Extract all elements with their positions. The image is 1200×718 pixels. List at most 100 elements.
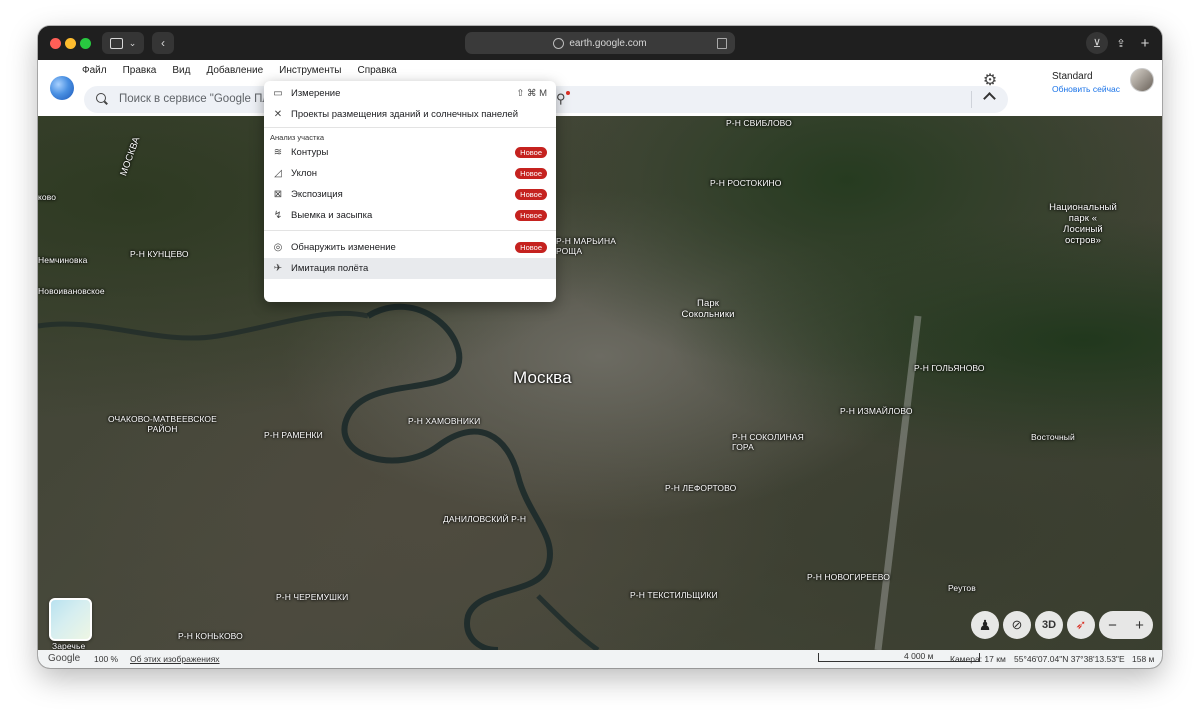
compass-button[interactable]: ➶ — [1067, 611, 1095, 639]
search-icon — [96, 93, 106, 103]
reset-tilt-button[interactable]: ⊘ — [1003, 611, 1031, 639]
menu-item-label: Обнаружить изменение — [291, 242, 396, 253]
search-divider — [971, 91, 972, 108]
new-badge: Новое — [515, 242, 547, 253]
contours-icon: ≋ — [273, 147, 283, 158]
map-label-sviblovo: Р-Н СВИБЛОВО — [726, 118, 792, 128]
new-badge: Новое — [515, 210, 547, 221]
menu-item-building-projects[interactable]: ✕ Проекты размещения зданий и солнечных … — [264, 104, 556, 125]
new-badge: Новое — [515, 189, 547, 200]
search-input[interactable]: Поиск в сервисе "Google Пла — [119, 93, 276, 105]
browser-titlebar: ⌄ ‹ earth.google.com ⊻ ⇪ + — [38, 26, 1162, 60]
tools-dropdown-menu: ▭ Измерение ⇧ ⌘ M ✕ Проекты размещения з… — [264, 81, 556, 302]
menu-view[interactable]: Вид — [172, 65, 190, 76]
menu-item-label: Экспозиция — [291, 189, 343, 200]
3d-toggle-button[interactable]: 3D — [1035, 611, 1063, 639]
settings-gear-icon[interactable]: ⚙ — [981, 72, 999, 90]
menu-item-cut-fill[interactable]: ↯ Выемка и засыпка Новое — [264, 205, 556, 226]
plane-icon: ✈ — [273, 263, 283, 274]
upgrade-link[interactable]: Обновить сейчас — [1052, 84, 1120, 94]
map-label-danilovsky: ДАНИЛОВСКИЙ Р-Н — [443, 514, 527, 524]
back-button[interactable]: ‹ — [152, 32, 174, 54]
menu-item-detect-change[interactable]: ◎ Обнаружить изменение Новое — [264, 237, 556, 258]
menu-item-label: Проекты размещения зданий и солнечных па… — [291, 109, 519, 120]
satellite-map[interactable]: МОСКВА Р-Н СВИБЛОВО Р-Н РОСТОКИНО Р-Н МА… — [38, 116, 1162, 651]
cut-fill-icon: ↯ — [273, 210, 283, 221]
map-label-khamovniki: Р-Н ХАМОВНИКИ — [408, 416, 481, 426]
map-label-losiny-ostrov: Национальный парк « Лосиный остров» — [1049, 202, 1117, 246]
address-bar[interactable]: earth.google.com — [465, 32, 735, 54]
menu-edit[interactable]: Правка — [123, 65, 157, 76]
map-label-tekstilshchiki: Р-Н ТЕКСТИЛЬЩИКИ — [630, 590, 718, 600]
downloads-button[interactable]: ⊻ — [1086, 32, 1108, 54]
plan-name: Standard — [1052, 71, 1093, 82]
zoom-in-button[interactable]: + — [1135, 617, 1144, 634]
account-info: Standard Обновить сейчас — [1052, 71, 1120, 94]
sidebar-toggle-button[interactable]: ⌄ — [102, 32, 144, 54]
slope-icon: ◿ — [274, 168, 282, 179]
tilt-off-icon: ⊘ — [1011, 617, 1023, 632]
menu-item-flight-simulator[interactable]: ✈ Имитация полёта — [264, 258, 556, 279]
menu-item-contours[interactable]: ≋ Контуры Новое — [264, 142, 556, 163]
google-brand: Google — [48, 653, 81, 664]
browser-window: ⌄ ‹ earth.google.com ⊻ ⇪ + Файл Правка В… — [38, 26, 1162, 668]
menu-item-label: Уклон — [291, 168, 318, 179]
scale-label: 4 000 м — [904, 651, 934, 661]
google-earth-logo-icon[interactable] — [50, 76, 74, 100]
menu-item-label: Имитация полёта — [291, 263, 369, 274]
elevation: 158 м — [1132, 654, 1155, 664]
map-label-reutov: Реутов — [948, 583, 976, 593]
map-label-ochakovo: ОЧАКОВО-МАТВЕЕВСКОЕ РАЙОН — [108, 414, 217, 434]
menu-item-measure[interactable]: ▭ Измерение ⇧ ⌘ M — [264, 83, 556, 104]
chevron-up-icon[interactable] — [983, 92, 996, 105]
about-imagery-link[interactable]: Об этих изображениях — [130, 654, 220, 664]
exposure-icon: ⊠ — [273, 189, 283, 200]
shortcut-text: ⇧ ⌘ M — [516, 88, 547, 99]
moskva-river — [38, 303, 922, 650]
new-badge: Новое — [515, 168, 547, 179]
url-text: earth.google.com — [569, 37, 647, 49]
avatar[interactable] — [1130, 68, 1154, 92]
menu-item-label: Измерение — [291, 88, 341, 99]
minimize-window-button[interactable] — [65, 38, 76, 49]
reader-icon — [717, 38, 727, 49]
compass-icon: ➶ — [1075, 617, 1087, 632]
download-icon: ⊻ — [1092, 37, 1102, 50]
menu-help[interactable]: Справка — [357, 65, 396, 76]
close-window-button[interactable] — [50, 38, 61, 49]
chevron-down-icon: ⌄ — [128, 37, 137, 48]
map-label-moscow: Москва — [513, 368, 572, 387]
menu-tools[interactable]: Инструменты — [279, 65, 341, 76]
menu-item-exposure[interactable]: ⊠ Экспозиция Новое — [264, 184, 556, 205]
map-layer-thumbnail[interactable] — [49, 598, 92, 641]
globe-icon — [553, 37, 565, 49]
map-pin-icon[interactable]: ⚲ — [556, 91, 566, 107]
building-icon: ✕ — [273, 109, 283, 120]
map-label-nemchinovka: Немчиновка — [38, 255, 88, 265]
map-label-bovo: ково — [38, 192, 57, 202]
menu-item-label: Контуры — [291, 147, 329, 158]
map-label-konkovo: Р-Н КОНЬКОВО — [178, 631, 243, 641]
fullscreen-window-button[interactable] — [80, 38, 91, 49]
share-button[interactable]: ⇪ — [1110, 32, 1132, 54]
new-badge: Новое — [515, 147, 547, 158]
menu-add[interactable]: Добавление — [206, 65, 263, 76]
notification-dot — [566, 91, 570, 95]
map-label-sokolniki-park: Парк Сокольники — [681, 298, 735, 320]
menu-file[interactable]: Файл — [82, 65, 107, 76]
map-label-ramenki: Р-Н РАМЕНКИ — [264, 430, 323, 440]
new-tab-button[interactable]: + — [1134, 32, 1156, 54]
map-label-novogireevo: Р-Н НОВОГИРЕЕВО — [807, 572, 890, 582]
menu-item-slope[interactable]: ◿ Уклон Новое — [264, 163, 556, 184]
status-bar: Google 100 % Об этих изображениях 4 000 … — [38, 650, 1162, 668]
ruler-icon: ▭ — [273, 88, 283, 99]
zoom-level: 100 % — [94, 654, 119, 664]
map-label-lefortovo: Р-Н ЛЕФОРТОВО — [665, 483, 737, 493]
map-label-vostochny: Восточный — [1031, 432, 1075, 442]
map-label-maryina-roshcha: Р-Н МАРЬИНА РОЩА — [556, 236, 617, 256]
menu-item-label: Выемка и засыпка — [291, 210, 373, 221]
zoom-out-button[interactable]: − — [1108, 617, 1117, 634]
map-label-sokolinaya-gora: Р-Н СОКОЛИНАЯ ГОРА — [732, 432, 804, 452]
street-view-pegman-button[interactable]: ♟ — [971, 611, 999, 639]
map-label-izmaylovo: Р-Н ИЗМАЙЛОВО — [840, 406, 913, 416]
